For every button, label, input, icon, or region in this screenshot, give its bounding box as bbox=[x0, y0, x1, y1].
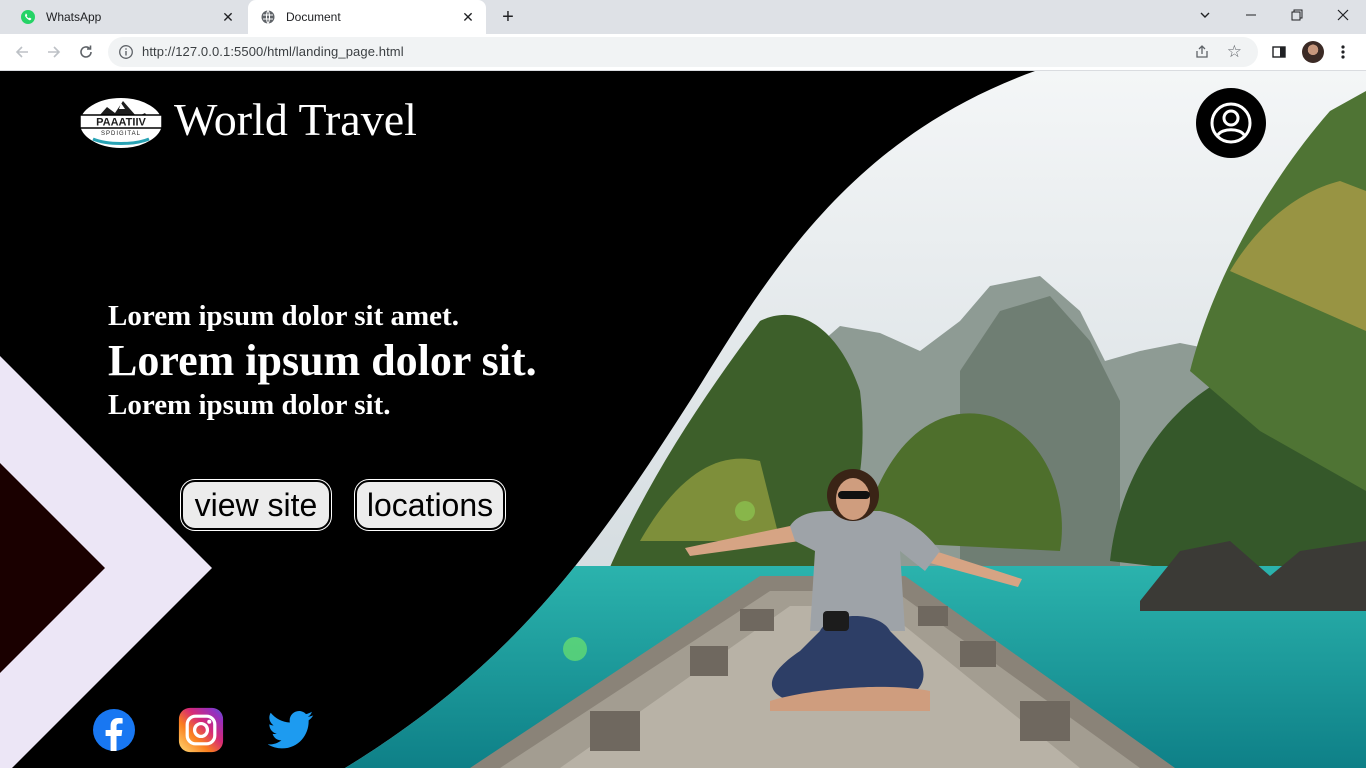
profile-avatar[interactable] bbox=[1302, 41, 1324, 63]
whatsapp-icon bbox=[21, 10, 35, 24]
minimize-button[interactable] bbox=[1228, 0, 1274, 30]
hero-line-1: Lorem ipsum dolor sit amet. bbox=[108, 300, 459, 332]
tab-document[interactable]: Document ✕ bbox=[248, 0, 486, 34]
address-bar[interactable]: http://127.0.0.1:5500/html/landing_page.… bbox=[108, 37, 1258, 67]
instagram-link[interactable] bbox=[178, 707, 224, 753]
bookmark-star-icon[interactable]: ☆ bbox=[1227, 42, 1242, 62]
url-text[interactable]: http://127.0.0.1:5500/html/landing_page.… bbox=[142, 44, 404, 59]
new-tab-button[interactable]: + bbox=[498, 7, 518, 27]
close-tab-icon[interactable]: ✕ bbox=[220, 9, 236, 25]
close-window-button[interactable] bbox=[1320, 0, 1366, 30]
browser-toolbar: http://127.0.0.1:5500/html/landing_page.… bbox=[0, 34, 1366, 71]
side-panel-icon[interactable] bbox=[1269, 42, 1289, 62]
restore-button[interactable] bbox=[1274, 0, 1320, 30]
user-account-button[interactable] bbox=[1196, 88, 1266, 158]
hero-text: Lorem ipsum dolor sit amet. Lorem ipsum … bbox=[108, 298, 537, 422]
facebook-link[interactable] bbox=[91, 707, 137, 753]
landing-page: PAAATIIV SPDIGITAL World Travel Lorem ip… bbox=[0, 71, 1366, 768]
view-site-button[interactable]: view site bbox=[181, 480, 331, 530]
tab-title: Document bbox=[286, 10, 341, 24]
share-icon[interactable] bbox=[1194, 44, 1210, 60]
locations-button[interactable]: locations bbox=[355, 480, 505, 530]
logo-subtext: SPDIGITAL bbox=[101, 131, 141, 137]
twitter-icon bbox=[268, 711, 314, 749]
close-tab-icon[interactable]: ✕ bbox=[460, 9, 476, 25]
menu-kebab-icon[interactable] bbox=[1333, 42, 1353, 62]
info-icon[interactable] bbox=[118, 44, 134, 60]
logo-text: PAAATIIV bbox=[96, 117, 146, 129]
brand-title: World Travel bbox=[174, 94, 417, 145]
tab-search-icon[interactable] bbox=[1182, 0, 1228, 30]
tab-title: WhatsApp bbox=[46, 10, 102, 24]
globe-icon bbox=[261, 10, 275, 24]
brand-logo[interactable]: PAAATIIV SPDIGITAL bbox=[77, 95, 165, 151]
user-icon bbox=[1210, 102, 1252, 144]
browser-tab-bar: WhatsApp ✕ Document ✕ + bbox=[0, 0, 1366, 34]
back-button[interactable] bbox=[12, 42, 32, 62]
facebook-icon bbox=[93, 709, 135, 751]
tab-whatsapp[interactable]: WhatsApp ✕ bbox=[8, 0, 246, 34]
forward-button[interactable] bbox=[44, 42, 64, 62]
twitter-link[interactable] bbox=[268, 707, 314, 753]
hero-line-2: Lorem ipsum dolor sit. bbox=[108, 336, 537, 385]
hero-line-3: Lorem ipsum dolor sit. bbox=[108, 389, 391, 421]
reload-button[interactable] bbox=[76, 42, 96, 62]
instagram-icon bbox=[178, 707, 224, 753]
